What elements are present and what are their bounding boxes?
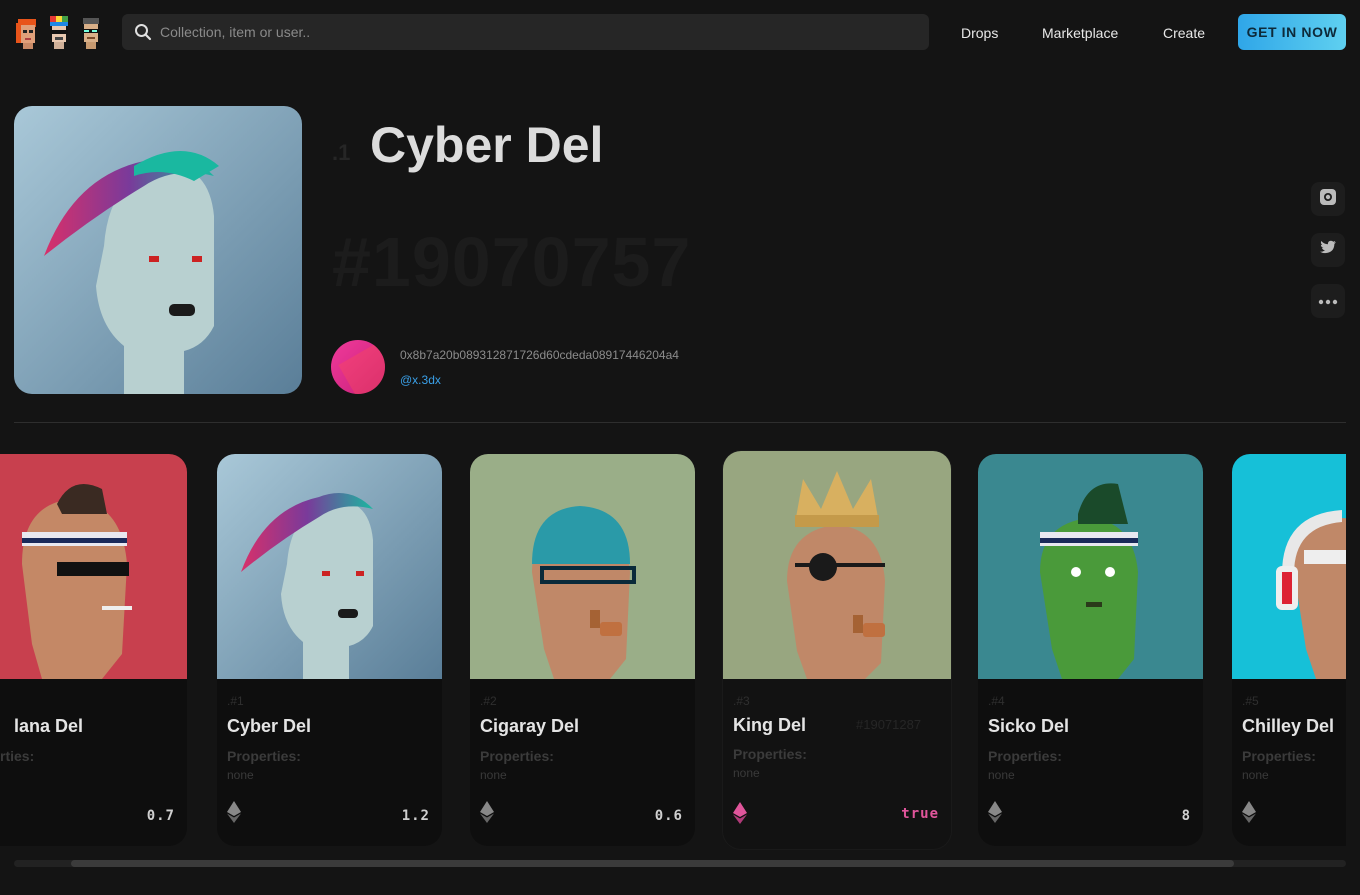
nft-card-carousel[interactable]: lana Del rties: 0.7 .#1 Cyber Del Proper… — [0, 450, 1346, 850]
nft-card-chilley-del[interactable]: .#5 Chilley Del Properties: none — [1232, 454, 1346, 846]
search-icon — [134, 23, 152, 41]
card-image — [470, 454, 695, 679]
card-properties-value: none — [1242, 768, 1269, 782]
card-name: Cyber Del — [227, 716, 312, 736]
get-in-now-button[interactable]: GET IN NOW — [1238, 14, 1346, 50]
card-name: lana Del — [14, 716, 84, 736]
nav-drops[interactable]: Drops — [961, 25, 998, 41]
ethereum-icon — [480, 801, 494, 823]
twitter-icon — [1319, 240, 1337, 261]
instagram-icon — [1319, 188, 1337, 211]
instagram-button[interactable] — [1311, 182, 1345, 216]
logo-group[interactable] — [14, 15, 104, 49]
carousel-scrollbar-thumb[interactable] — [71, 860, 1234, 867]
ethereum-icon — [227, 801, 241, 823]
card-image — [978, 454, 1203, 679]
card-price: 0.7 — [146, 808, 175, 824]
card-properties-label: rties: — [0, 748, 35, 764]
nav-marketplace[interactable]: Marketplace — [1042, 25, 1118, 41]
card-properties-label: Properties: — [480, 748, 554, 764]
card-properties-value: none — [480, 768, 507, 782]
card-properties-value: none — [733, 766, 760, 780]
card-image — [0, 454, 187, 679]
nft-card-king-del[interactable]: .#3 King Del #19071287 Properties: none … — [723, 451, 951, 849]
card-properties-label: Properties: — [733, 746, 807, 762]
card-price: 8 — [1181, 808, 1191, 824]
card-rank: .#4 — [988, 694, 1005, 708]
section-divider — [14, 422, 1346, 423]
nft-card-cigaray-del[interactable]: .#2 Cigaray Del Properties: none 0.6 — [470, 454, 695, 846]
card-rank: .#3 — [733, 694, 750, 708]
card-properties-label: Properties: — [988, 748, 1062, 764]
more-options-button[interactable] — [1311, 284, 1345, 318]
punk-logo-icon — [14, 15, 40, 49]
card-name: King Del — [733, 715, 807, 735]
card-properties-value: none — [227, 768, 254, 782]
card-image — [217, 454, 442, 679]
glasses-punk-logo-icon — [78, 15, 104, 49]
hero-token-id: #19070757 — [332, 223, 692, 301]
card-properties-value: none — [988, 768, 1015, 782]
hero-nft-image — [14, 106, 302, 394]
card-price: 0.6 — [654, 808, 683, 824]
card-name: Chilley Del — [1242, 716, 1335, 736]
owner-address: 0x8b7a20b089312871726d60cdeda08917446204… — [400, 348, 679, 362]
nft-card-cyber-del[interactable]: .#1 Cyber Del Properties: none 1.2 — [217, 454, 442, 846]
more-icon — [1318, 292, 1338, 310]
top-navbar: Drops Marketplace Create GET IN NOW — [0, 0, 1360, 64]
card-price: 1.2 — [401, 808, 430, 824]
ethereum-icon — [1242, 801, 1256, 823]
nft-card-lana-del[interactable]: lana Del rties: 0.7 — [0, 454, 187, 846]
card-rank: .#1 — [227, 694, 244, 708]
search-input[interactable] — [160, 14, 900, 50]
hero-rank: .1 — [332, 140, 351, 165]
search-bar[interactable] — [122, 14, 929, 50]
card-image — [1232, 454, 1346, 679]
owner-avatar[interactable] — [331, 340, 385, 394]
page-title: Cyber Del — [370, 117, 604, 173]
card-rank: .#5 — [1242, 694, 1259, 708]
twitter-button[interactable] — [1311, 233, 1345, 267]
nft-card-sicko-del[interactable]: .#4 Sicko Del Properties: none 8 — [978, 454, 1203, 846]
ethereum-icon — [733, 802, 747, 824]
card-price: true — [901, 806, 939, 822]
ethereum-icon — [988, 801, 1002, 823]
owner-handle-link[interactable]: @x.3dx — [400, 373, 441, 387]
card-properties-label: Properties: — [1242, 748, 1316, 764]
rainbow-punk-logo-icon — [46, 15, 72, 49]
card-name: Sicko Del — [988, 716, 1070, 736]
card-token-id: #19071287 — [856, 717, 922, 732]
card-name: Cigaray Del — [480, 716, 580, 736]
card-image — [723, 451, 951, 679]
card-rank: .#2 — [480, 694, 497, 708]
card-properties-label: Properties: — [227, 748, 301, 764]
nav-create[interactable]: Create — [1163, 25, 1205, 41]
